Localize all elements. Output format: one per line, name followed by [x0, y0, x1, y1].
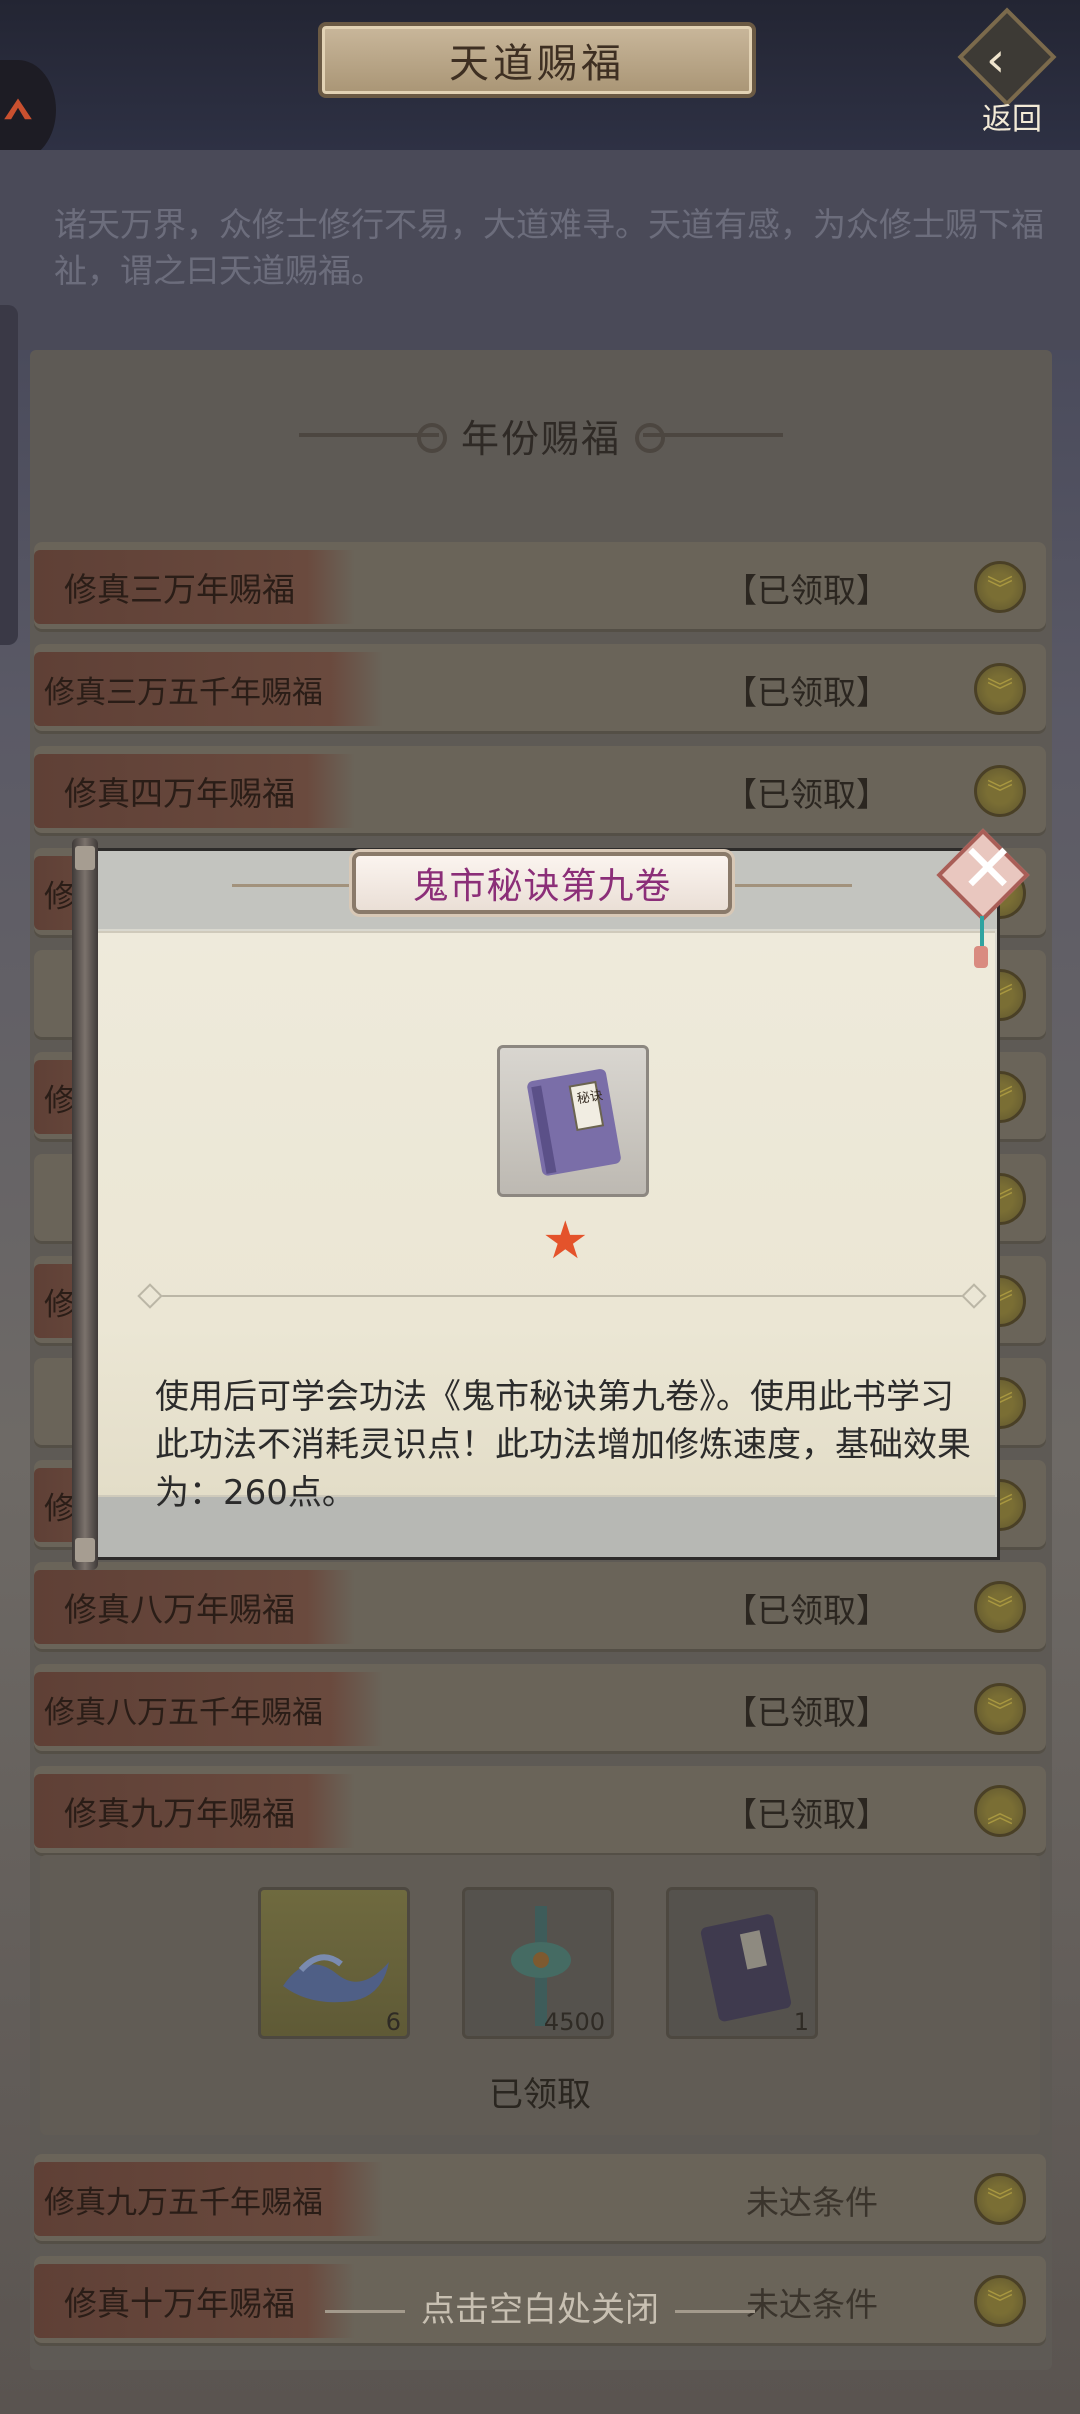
- row-status: 【已领取】: [724, 673, 889, 712]
- reward-count: 4500: [543, 2008, 605, 2036]
- close-hint: 点击空白处关闭: [0, 2282, 1080, 2331]
- dialog-close-button[interactable]: ✕: [936, 828, 1046, 968]
- row-title: 修真八万五千年赐福: [34, 1672, 383, 1746]
- back-label: 返回: [982, 102, 1042, 137]
- row-status: 【已领取】: [724, 1693, 889, 1732]
- row-status: 【已领取】: [724, 775, 889, 814]
- row-title: 修真三万年赐福: [34, 550, 355, 624]
- list-item[interactable]: 修真八万年赐福 【已领取】 ︾: [34, 1562, 1046, 1652]
- row-status: 【已领取】: [724, 571, 889, 610]
- ornament-left-icon: [298, 423, 447, 453]
- chevron-down-icon[interactable]: ︾: [974, 765, 1026, 817]
- row-title: 修真八万年赐福: [34, 1570, 355, 1644]
- chevron-down-icon[interactable]: ︾: [974, 663, 1026, 715]
- claimed-label: 已领取: [489, 2075, 591, 2115]
- side-tab[interactable]: [0, 305, 18, 645]
- chevron-down-icon[interactable]: ︾: [974, 1683, 1026, 1735]
- list-item[interactable]: 修真九万五千年赐福 未达条件 ︾: [34, 2154, 1046, 2244]
- chevron-up-icon[interactable]: ︽: [974, 1785, 1026, 1837]
- dialog-title-ribbon: 鬼市秘诀第九卷: [352, 852, 732, 914]
- dialog-body: 秘诀 ★ 使用后可学会功法《鬼市秘诀第九卷》。使用此书学习此功法不消耗灵识点！此…: [97, 931, 995, 1513]
- screen[interactable]: 天道赐福 ‹ 返回 诸天万界，众修士修行不易，大道难寻。天道有感，为众修士赐下福…: [0, 0, 1080, 2414]
- ornament-right-icon: [635, 423, 783, 453]
- top-bar: 天道赐福 ‹ 返回: [0, 0, 1080, 160]
- list-item[interactable]: 修真三万年赐福 【已领取】 ︾: [34, 542, 1046, 632]
- section-title: 年份赐福: [460, 416, 621, 461]
- page-title: 天道赐福: [449, 41, 625, 87]
- row-status: 未达条件: [746, 2183, 878, 2222]
- ribbon-line-right: [722, 884, 852, 887]
- dialog-paper: 秘诀 ★ 使用后可学会功法《鬼市秘诀第九卷》。使用此书学习此功法不消耗灵识点！此…: [90, 848, 1000, 1560]
- back-button[interactable]: ‹ 返回: [957, 7, 1070, 137]
- left-menu-button[interactable]: [0, 60, 56, 160]
- item-icon-frame: 秘诀: [497, 1045, 649, 1197]
- reward-count: 1: [793, 2008, 809, 2036]
- item-description: 使用后可学会功法《鬼市秘诀第九卷》。使用此书学习此功法不消耗灵识点！此功法增加修…: [155, 1377, 971, 1513]
- flourish-left-icon: [325, 2310, 405, 2313]
- section-header: 年份赐福: [30, 370, 1052, 500]
- flourish-right-icon: [675, 2310, 755, 2313]
- row-title: 修真三万五千年赐福: [34, 652, 383, 726]
- close-icon: ✕: [960, 830, 1016, 907]
- list-item[interactable]: 修真四万年赐福 【已领取】 ︾: [34, 746, 1046, 836]
- star-icon: ★: [542, 1211, 589, 1271]
- row-title: 修真九万五千年赐福: [34, 2162, 383, 2236]
- chevron-down-icon[interactable]: ︾: [974, 2173, 1026, 2225]
- tassel-icon: [974, 916, 988, 968]
- menu-emblem-icon: [4, 98, 32, 120]
- reward-slot[interactable]: 6: [258, 1887, 410, 2039]
- back-arrow-icon: ‹: [986, 32, 1006, 88]
- intro-text: 诸天万界，众修士修行不易，大道难寻。天道有感，为众修士赐下福祉，谓之曰天道赐福。: [54, 205, 1044, 290]
- divider: [147, 1295, 977, 1297]
- intro-panel: 诸天万界，众修士修行不易，大道难寻。天道有感，为众修士赐下福祉，谓之曰天道赐福。: [0, 150, 1080, 350]
- reward-count: 6: [385, 2008, 401, 2036]
- list-item[interactable]: 修真三万五千年赐福 【已领取】 ︾: [34, 644, 1046, 734]
- chevron-down-icon[interactable]: ︾: [974, 1581, 1026, 1633]
- item-detail-dialog: 秘诀 ★ 使用后可学会功法《鬼市秘诀第九卷》。使用此书学习此功法不消耗灵识点！此…: [72, 838, 1002, 1570]
- dialog-title: 鬼市秘诀第九卷: [412, 866, 672, 907]
- row-status: 【已领取】: [724, 1591, 889, 1630]
- scroll-rod: [72, 838, 98, 1570]
- reward-slot[interactable]: 4500: [462, 1887, 614, 2039]
- back-diamond: [957, 7, 1057, 107]
- row-status: 【已领取】: [724, 1795, 889, 1834]
- list-item[interactable]: 修真八万五千年赐福 【已领取】 ︾: [34, 1664, 1046, 1754]
- chevron-down-icon[interactable]: ︾: [974, 561, 1026, 613]
- page-title-plaque: 天道赐福: [318, 22, 756, 98]
- list-item-expanded[interactable]: 修真九万年赐福 【已领取】 ︽: [34, 1766, 1046, 1856]
- row-title: 修真四万年赐福: [34, 754, 355, 828]
- reward-panel: 6 4500 1 已领取: [40, 1855, 1040, 2135]
- purple-book-icon: 秘诀: [527, 1069, 621, 1176]
- close-hint-text: 点击空白处关闭: [421, 2290, 659, 2330]
- row-title: 修真九万年赐福: [34, 1774, 355, 1848]
- ribbon-line-left: [232, 884, 362, 887]
- reward-slot[interactable]: 1: [666, 1887, 818, 2039]
